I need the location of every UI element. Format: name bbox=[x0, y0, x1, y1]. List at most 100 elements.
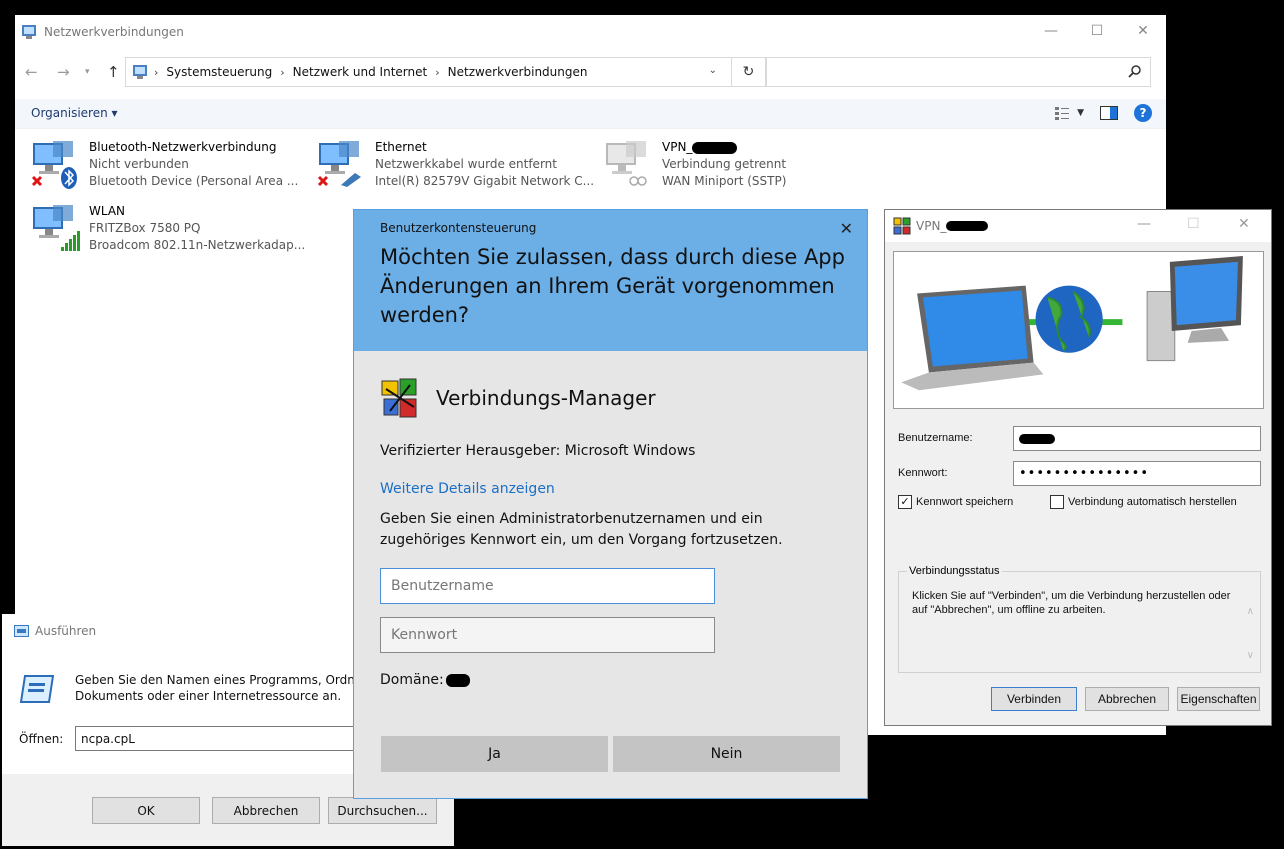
cancel-button[interactable]: Abbrechen bbox=[212, 797, 320, 824]
redaction-mark bbox=[692, 141, 738, 154]
ok-button[interactable]: OK bbox=[92, 797, 200, 824]
breadcrumb-separator-icon: › bbox=[154, 65, 159, 79]
address-dropdown-icon[interactable]: ⌄ bbox=[709, 65, 717, 76]
connection-name: WLAN bbox=[89, 204, 126, 218]
close-icon[interactable]: ✕ bbox=[840, 219, 853, 238]
uac-app-row: Verbindungs-Manager bbox=[380, 377, 841, 419]
view-dropdown-icon[interactable]: ▼ bbox=[1077, 108, 1084, 118]
checkbox-unchecked-icon bbox=[1050, 495, 1064, 509]
uac-publisher: Verifizierter Herausgeber: Microsoft Win… bbox=[380, 443, 696, 459]
run-title: Ausführen bbox=[35, 624, 97, 638]
save-password-checkbox[interactable]: ✓ Kennwort speichern bbox=[898, 495, 1013, 509]
yes-button[interactable]: Ja bbox=[381, 736, 608, 772]
maximize-icon: ☐ bbox=[1187, 216, 1200, 232]
minimize-icon[interactable]: — bbox=[1137, 216, 1151, 232]
uac-title: Benutzerkontensteuerung bbox=[380, 221, 537, 235]
connection-status: Nicht verbunden bbox=[89, 157, 189, 171]
explorer-window-controls: — ☐ ✕ bbox=[1028, 15, 1166, 47]
browse-button[interactable]: Durchsuchen... bbox=[328, 797, 437, 824]
close-icon[interactable]: ✕ bbox=[1120, 15, 1166, 47]
view-options-icon[interactable] bbox=[1055, 106, 1071, 120]
run-open-input[interactable]: ncpa.cpL bbox=[75, 726, 365, 751]
recent-dropdown-icon[interactable]: ▾ bbox=[85, 67, 90, 77]
connection-status-label: Verbindungsstatus bbox=[907, 565, 1002, 577]
connection-name-text: VPN_ bbox=[662, 140, 693, 154]
redaction-mark bbox=[1019, 433, 1055, 444]
vpn-banner-illustration bbox=[893, 251, 1264, 409]
forward-arrow-icon[interactable]: → bbox=[57, 63, 70, 81]
vpn-password-input[interactable]: ••••••••••••••• bbox=[1013, 461, 1261, 486]
vpn-username-label: Benutzername: bbox=[898, 432, 973, 444]
organize-menu[interactable]: Organisieren ▾ bbox=[31, 106, 118, 120]
bluetooth-network-icon bbox=[31, 141, 77, 189]
connection-manager-icon bbox=[893, 217, 911, 235]
connection-device: Intel(R) 82579V Gigabit Network C... bbox=[375, 174, 595, 188]
connect-button[interactable]: Verbinden bbox=[991, 687, 1077, 711]
redaction-mark bbox=[445, 673, 470, 687]
more-details-link[interactable]: Weitere Details anzeigen bbox=[380, 481, 841, 497]
view-controls: ▼ ? bbox=[1055, 104, 1152, 122]
run-program-icon bbox=[19, 675, 55, 703]
breadcrumb-netzwerk-und-internet[interactable]: Netzwerk und Internet bbox=[293, 65, 428, 79]
connection-status: Netzwerkkabel wurde entfernt bbox=[375, 157, 557, 171]
vpn-title-text: VPN_ bbox=[916, 219, 947, 233]
auto-connect-checkbox[interactable]: Verbindung automatisch herstellen bbox=[1050, 495, 1237, 509]
uac-question: Möchten Sie zulassen, dass durch diese A… bbox=[380, 245, 845, 327]
control-panel-icon bbox=[133, 65, 147, 79]
scroll-up-icon[interactable]: ∧ bbox=[1247, 590, 1254, 634]
explorer-title: Netzwerkverbindungen bbox=[44, 25, 184, 39]
maximize-icon[interactable]: ☐ bbox=[1074, 15, 1120, 47]
run-titlebar: Ausführen bbox=[14, 624, 96, 638]
scroll-down-icon[interactable]: ∨ bbox=[1247, 634, 1254, 678]
password-input[interactable]: Kennwort bbox=[380, 617, 715, 653]
breadcrumb-systemsteuerung[interactable]: Systemsteuerung bbox=[166, 65, 272, 79]
address-box[interactable]: › Systemsteuerung › Netzwerk und Interne… bbox=[125, 57, 766, 87]
up-arrow-icon[interactable]: ↑ bbox=[107, 63, 120, 81]
run-description-line: Dokuments oder einer Internetressource a… bbox=[75, 689, 342, 703]
vpn-password-label: Kennwort: bbox=[898, 467, 948, 479]
uac-buttons: Ja Nein bbox=[381, 736, 840, 772]
connection-status-text: Klicken Sie auf "Verbinden", um die Verb… bbox=[912, 590, 1231, 616]
auto-connect-label: Verbindung automatisch herstellen bbox=[1068, 496, 1237, 508]
run-description-line: Geben Sie den Namen eines Programms, Ord… bbox=[75, 673, 355, 687]
vpn-network-icon bbox=[606, 141, 647, 186]
address-bar-row: ← → ▾ ↑ › Systemsteuerung › Netzwerk und… bbox=[15, 57, 1166, 89]
uac-dialog: Benutzerkontensteuerung ✕ Möchten Sie zu… bbox=[353, 209, 868, 799]
vpn-titlebar: VPN_ — ☐ ✕ bbox=[885, 210, 1271, 242]
connection-ethernet[interactable]: Ethernet Netzwerkkabel wurde entfernt In… bbox=[317, 139, 594, 191]
connection-name: Bluetooth-Netzwerkverbindung bbox=[89, 140, 277, 154]
search-icon bbox=[1128, 65, 1141, 78]
connection-name: VPN_ bbox=[662, 139, 786, 156]
connection-status: FRITZBox 7580 PQ bbox=[89, 221, 201, 235]
close-icon[interactable]: ✕ bbox=[1238, 216, 1250, 232]
connection-vpn[interactable]: VPN_ Verbindung getrennt WAN Miniport (S… bbox=[604, 139, 786, 191]
ethernet-network-icon bbox=[317, 141, 361, 187]
connection-device: Bluetooth Device (Personal Area ... bbox=[89, 174, 299, 188]
search-input[interactable] bbox=[766, 57, 1151, 87]
status-scrollbar[interactable]: ∧ ∨ bbox=[1247, 590, 1254, 678]
breadcrumb-netzwerkverbindungen[interactable]: Netzwerkverbindungen bbox=[448, 65, 588, 79]
run-description: Geben Sie den Namen eines Programms, Ord… bbox=[75, 672, 355, 704]
connection-bluetooth[interactable]: Bluetooth-Netzwerkverbindung Nicht verbu… bbox=[31, 139, 298, 191]
vpn-dialog: VPN_ — ☐ ✕ Benutzername: Kennwort: •••••… bbox=[884, 209, 1272, 726]
vpn-username-input[interactable] bbox=[1013, 426, 1261, 451]
connection-wlan[interactable]: WLAN FRITZBox 7580 PQ Broadcom 802.11n-N… bbox=[31, 203, 305, 255]
minimize-icon[interactable]: — bbox=[1028, 15, 1074, 47]
cancel-button[interactable]: Abbrechen bbox=[1085, 687, 1169, 711]
connection-name: Ethernet bbox=[375, 140, 427, 154]
help-icon[interactable]: ? bbox=[1134, 104, 1152, 122]
run-open-label: Öffnen: bbox=[19, 732, 64, 746]
username-input[interactable]: Benutzername bbox=[380, 568, 715, 604]
uac-description: Geben Sie einen Administratorbenutzernam… bbox=[380, 511, 783, 548]
uac-app-name: Verbindungs-Manager bbox=[436, 386, 656, 410]
checkbox-checked-icon: ✓ bbox=[898, 495, 912, 509]
refresh-icon[interactable]: ↻ bbox=[731, 58, 765, 86]
uac-body: Verbindungs-Manager Verifizierter Heraus… bbox=[354, 377, 867, 688]
properties-button[interactable]: Eigenschaften bbox=[1177, 687, 1260, 711]
back-arrow-icon[interactable]: ← bbox=[25, 63, 38, 81]
wlan-network-icon bbox=[33, 205, 80, 251]
redaction-mark bbox=[946, 221, 989, 231]
no-button[interactable]: Nein bbox=[613, 736, 840, 772]
breadcrumb-separator-icon: › bbox=[280, 65, 285, 79]
preview-pane-icon[interactable] bbox=[1100, 106, 1118, 120]
